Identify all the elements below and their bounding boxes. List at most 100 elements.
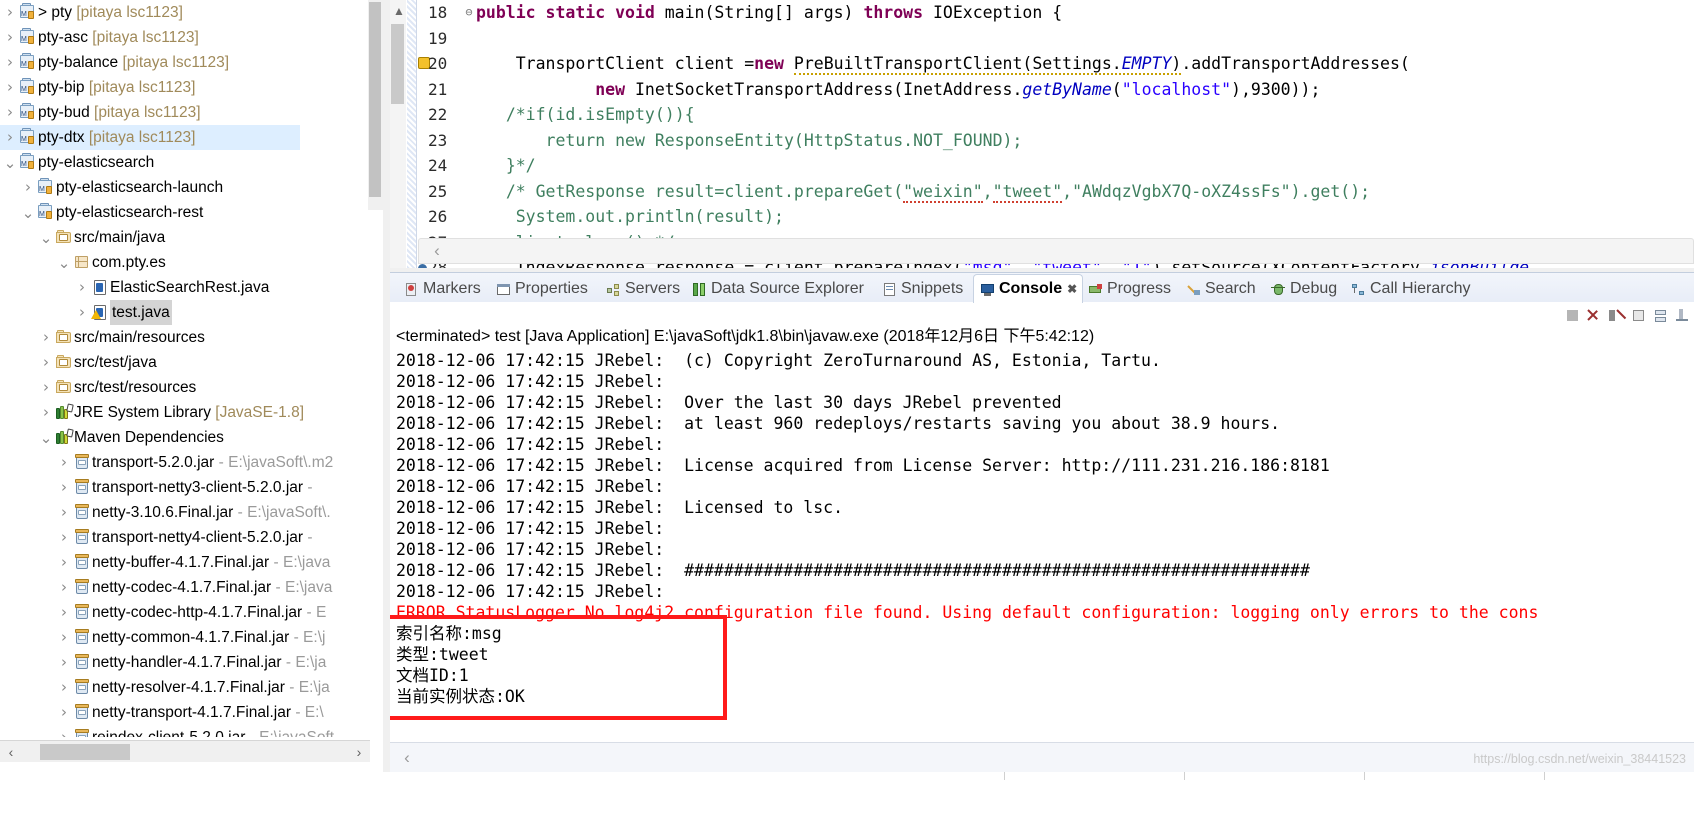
tree-row[interactable]: › transport-netty4-client-5.2.0.jar - bbox=[0, 525, 370, 550]
chevron-right-icon[interactable]: › bbox=[38, 400, 54, 425]
tab-search[interactable]: Search bbox=[1180, 275, 1261, 303]
tab-data-source-explorer[interactable]: Data Source Explorer bbox=[686, 275, 869, 303]
tree-row[interactable]: › transport-5.2.0.jar - E:\javaSoft\.m2 bbox=[0, 450, 370, 475]
view-tab-bar[interactable]: Markers Properties Servers Data Source Expl… bbox=[390, 272, 1694, 303]
editor-folding-ruler[interactable] bbox=[407, 0, 417, 268]
tab-call-hierarchy[interactable]: Call Hierarchy bbox=[1345, 275, 1475, 303]
code-line[interactable]: 23 return new ResponseEntity(HttpStatus.… bbox=[418, 128, 1694, 154]
tree-hscroll-thumb[interactable] bbox=[40, 743, 130, 760]
tree-row[interactable]: ⌄ src/main/java bbox=[0, 225, 370, 250]
tree-row[interactable]: › netty-common-4.1.7.Final.jar - E:\j bbox=[0, 625, 370, 650]
tree-row[interactable]: › ElasticSearchRest.java bbox=[0, 275, 370, 300]
chevron-right-icon[interactable]: › bbox=[2, 50, 18, 75]
tree-row[interactable]: › netty-codec-http-4.1.7.Final.jar - E bbox=[0, 600, 370, 625]
chevron-right-icon[interactable]: › bbox=[2, 0, 18, 25]
chevron-right-icon[interactable]: › bbox=[20, 175, 36, 200]
chevron-right-icon[interactable]: › bbox=[56, 725, 72, 737]
code-line[interactable]: 22 /*if(id.isEmpty()){ bbox=[418, 102, 1694, 128]
tree-row[interactable]: ⌄ Mpty-elasticsearch-rest bbox=[0, 200, 370, 225]
chevron-right-icon[interactable]: › bbox=[2, 75, 18, 100]
code-editor[interactable]: ▲ 18 ⊖ public static void main(String[] ar… bbox=[390, 0, 1694, 268]
chevron-right-icon[interactable]: › bbox=[56, 575, 72, 600]
chevron-down-icon[interactable]: ⌄ bbox=[56, 254, 72, 272]
chevron-right-icon[interactable]: › bbox=[56, 625, 72, 650]
tree-row[interactable]: › Mpty-balance [pitaya lsc1123] bbox=[0, 50, 370, 75]
chevron-down-icon[interactable]: ⌄ bbox=[2, 154, 18, 172]
editor-vscroll-thumb[interactable] bbox=[391, 24, 404, 104]
tree-vscroll-thumb[interactable] bbox=[369, 2, 381, 197]
chevron-right-icon[interactable]: › bbox=[74, 300, 90, 325]
tree-vertical-scrollbar[interactable] bbox=[368, 0, 383, 210]
code-line[interactable]: 24 }*/ bbox=[418, 153, 1694, 179]
tree-row[interactable]: › src/test/java bbox=[0, 350, 370, 375]
remove-launch-icon[interactable] bbox=[1587, 308, 1602, 323]
chevron-right-icon[interactable]: › bbox=[56, 600, 72, 625]
editor-horizontal-scrollbar[interactable]: ‹ bbox=[418, 238, 1694, 264]
chevron-right-icon[interactable]: › bbox=[56, 500, 72, 525]
chevron-right-icon[interactable]: › bbox=[56, 475, 72, 500]
chevron-right-icon[interactable]: › bbox=[2, 125, 18, 150]
editor-code-lines[interactable]: 18 ⊖ public static void main(String[] args… bbox=[418, 0, 1694, 268]
chevron-right-icon[interactable]: › bbox=[2, 100, 18, 125]
tree-row[interactable]: › Mpty-elasticsearch-launch bbox=[0, 175, 370, 200]
chevron-down-icon[interactable]: ⌄ bbox=[38, 429, 54, 447]
tab-markers[interactable]: Markers bbox=[398, 275, 486, 303]
tab-debug[interactable]: Debug bbox=[1265, 275, 1342, 303]
close-icon[interactable]: ✖ bbox=[1067, 282, 1077, 296]
scroll-lock-icon[interactable] bbox=[1653, 308, 1668, 323]
tab-progress[interactable]: Progress bbox=[1082, 275, 1176, 303]
chevron-right-icon[interactable]: › bbox=[56, 675, 72, 700]
remove-all-terminated-icon[interactable] bbox=[1609, 308, 1627, 323]
chevron-right-icon[interactable]: › bbox=[38, 375, 54, 400]
tree-hscroll-trough[interactable] bbox=[22, 743, 348, 760]
chevron-right-icon[interactable]: › bbox=[56, 450, 72, 475]
chevron-right-icon[interactable]: › bbox=[2, 25, 18, 50]
tree-row[interactable]: ⌄ com.pty.es bbox=[0, 250, 370, 275]
tree-row[interactable]: › reindex-client-5.2.0.jar - E:\javaSoft bbox=[0, 725, 370, 737]
tree-row[interactable]: › Mpty-dtx [pitaya lsc1123] bbox=[0, 125, 300, 150]
pin-console-icon[interactable] bbox=[1675, 308, 1690, 323]
editor-scroll-left-arrow[interactable]: ‹ bbox=[419, 241, 455, 261]
code-line[interactable]: 18 ⊖ public static void main(String[] args… bbox=[418, 0, 1694, 26]
project-tree[interactable]: › M > pty [pitaya lsc1123] › Mpty-asc [pitay… bbox=[0, 0, 370, 737]
tree-row[interactable]: › Mpty-bud [pitaya lsc1123] bbox=[0, 100, 370, 125]
code-line[interactable]: 26 System.out.println(result); bbox=[418, 204, 1694, 230]
console-toolbar[interactable] bbox=[1565, 304, 1690, 326]
tab-console[interactable]: Console ✖ bbox=[973, 274, 1084, 303]
chevron-down-icon[interactable]: ⌄ bbox=[20, 204, 36, 222]
tree-scroll-right-arrow[interactable]: › bbox=[348, 744, 370, 760]
tab-snippets[interactable]: Snippets bbox=[876, 275, 968, 303]
console-output[interactable]: <terminated> test [Java Application] E:\… bbox=[390, 324, 1694, 814]
chevron-right-icon[interactable]: › bbox=[74, 275, 90, 300]
code-line[interactable]: 20 TransportClient client =new PreBuiltT… bbox=[418, 51, 1694, 77]
code-line[interactable]: 19 bbox=[418, 26, 1694, 52]
tree-row[interactable]: › src/test/resources bbox=[0, 375, 370, 400]
tree-row[interactable]: › netty-resolver-4.1.7.Final.jar - E:\ja bbox=[0, 675, 370, 700]
editor-overview-ruler[interactable]: ▲ bbox=[390, 0, 406, 268]
fold-toggle-icon[interactable]: ⊖ bbox=[462, 0, 476, 26]
tree-row[interactable]: › netty-3.10.6.Final.jar - E:\javaSoft\. bbox=[0, 500, 370, 525]
tree-row[interactable]: › src/main/resources bbox=[0, 325, 370, 350]
tree-row[interactable]: › netty-buffer-4.1.7.Final.jar - E:\java bbox=[0, 550, 370, 575]
tab-servers[interactable]: Servers bbox=[600, 275, 685, 303]
tree-horizontal-scrollbar[interactable]: ‹ › bbox=[0, 740, 370, 762]
chevron-right-icon[interactable]: › bbox=[56, 650, 72, 675]
tree-row[interactable]: › test.java bbox=[0, 300, 370, 325]
tree-row[interactable]: ⌄ Mpty-elasticsearch bbox=[0, 150, 370, 175]
explorer-sash[interactable] bbox=[383, 0, 388, 837]
chevron-right-icon[interactable]: › bbox=[38, 350, 54, 375]
chevron-right-icon[interactable]: › bbox=[56, 525, 72, 550]
chevron-right-icon[interactable]: › bbox=[38, 325, 54, 350]
tree-row[interactable]: › Mpty-bip [pitaya lsc1123] bbox=[0, 75, 370, 100]
terminate-icon[interactable] bbox=[1565, 308, 1580, 323]
chevron-right-icon[interactable]: › bbox=[56, 550, 72, 575]
scroll-up-arrow-icon[interactable]: ▲ bbox=[393, 4, 405, 18]
code-line[interactable]: 21 new InetSocketTransportAddress(InetAd… bbox=[418, 77, 1694, 103]
tree-scroll-left-arrow[interactable]: ‹ bbox=[0, 744, 22, 760]
tree-row[interactable]: › netty-codec-4.1.7.Final.jar - E:\java bbox=[0, 575, 370, 600]
tree-row[interactable]: ⌄ Maven Dependencies bbox=[0, 425, 370, 450]
tree-row[interactable]: › JRE System Library [JavaSE-1.8] bbox=[0, 400, 370, 425]
tree-row[interactable]: › netty-handler-4.1.7.Final.jar - E:\ja bbox=[0, 650, 370, 675]
tree-row[interactable]: › Mpty-asc [pitaya lsc1123] bbox=[0, 25, 370, 50]
clear-console-icon[interactable] bbox=[1631, 308, 1646, 323]
